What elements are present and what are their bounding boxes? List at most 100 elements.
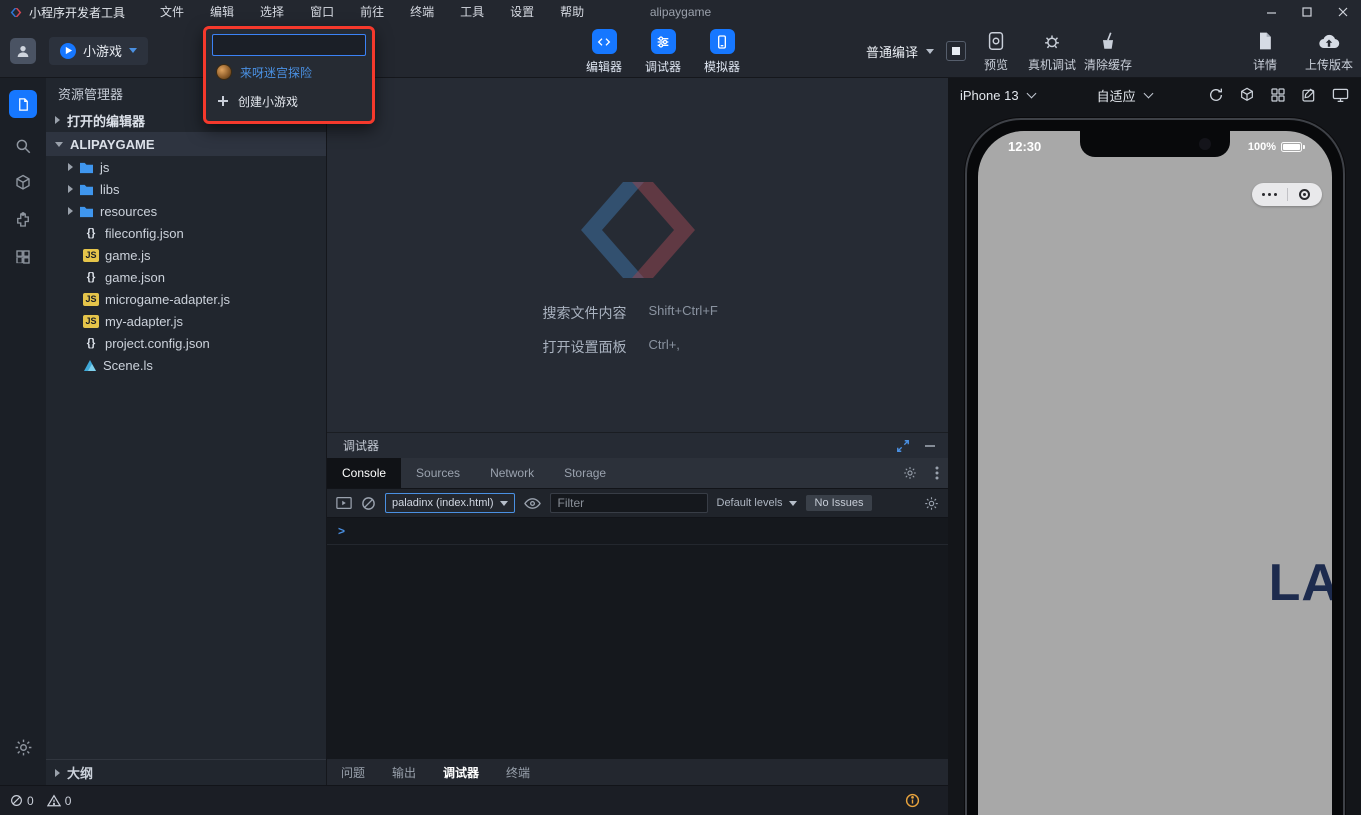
upload-version-button[interactable]: 上传版本 xyxy=(1305,29,1353,73)
eye-icon[interactable] xyxy=(524,497,541,510)
issues-badge[interactable]: No Issues xyxy=(806,495,873,511)
scale-mode-select[interactable]: 自适应 xyxy=(1097,86,1152,105)
project-switcher[interactable]: 小游戏 xyxy=(49,37,148,65)
mini-program-capsule xyxy=(1252,183,1322,206)
devtools-settings-button[interactable] xyxy=(894,458,926,488)
activity-package-button[interactable] xyxy=(14,174,32,192)
refresh-icon[interactable] xyxy=(1208,87,1224,103)
tab-sources[interactable]: Sources xyxy=(401,458,475,488)
maximize-button[interactable] xyxy=(1289,0,1325,24)
details-button[interactable]: 详情 xyxy=(1241,29,1289,73)
tree-item-file[interactable]: JS microgame-adapter.js xyxy=(46,288,326,310)
tab-network[interactable]: Network xyxy=(475,458,549,488)
create-mini-game-label: 创建小游戏 xyxy=(238,93,298,110)
chevron-down-icon xyxy=(926,49,934,54)
editor-button[interactable]: 编辑器 xyxy=(584,29,624,75)
tree-item-file[interactable]: {} game.json xyxy=(46,266,326,288)
errors-status[interactable]: 0 xyxy=(10,794,34,808)
clear-cache-button[interactable]: 清除缓存 xyxy=(1084,29,1132,73)
info-status-button[interactable] xyxy=(905,793,920,808)
simulator-screen[interactable]: 12:30 100% LA xyxy=(978,131,1332,815)
warnings-status[interactable]: 0 xyxy=(47,794,72,808)
capsule-close-button[interactable] xyxy=(1288,189,1323,200)
console-output[interactable]: > xyxy=(327,518,948,759)
close-button[interactable] xyxy=(1325,0,1361,24)
tree-item-folder[interactable]: libs xyxy=(46,178,326,200)
tab-output[interactable]: 输出 xyxy=(392,764,416,781)
context-select[interactable]: paladinx (index.html) xyxy=(385,493,515,513)
chevron-down-icon xyxy=(500,501,508,506)
stop-button[interactable] xyxy=(946,41,966,61)
menu-go[interactable]: 前往 xyxy=(347,0,397,24)
gear-icon xyxy=(14,738,33,757)
activity-explorer-button[interactable] xyxy=(9,90,37,118)
activity-blocks-button[interactable] xyxy=(14,248,32,266)
minimize-button[interactable] xyxy=(1253,0,1289,24)
log-levels-select[interactable]: Default levels xyxy=(717,497,797,509)
chevron-right-icon xyxy=(68,207,73,215)
activity-settings-button[interactable] xyxy=(14,738,33,757)
menu-window[interactable]: 窗口 xyxy=(297,0,347,24)
cube-icon[interactable] xyxy=(1239,87,1255,103)
console-sidebar-icon[interactable] xyxy=(336,496,352,510)
devtools-more-button[interactable] xyxy=(926,458,948,488)
menu-tools[interactable]: 工具 xyxy=(447,0,497,24)
tree-item-folder[interactable]: resources xyxy=(46,200,326,222)
project-search-input[interactable] xyxy=(212,34,366,56)
menu-edit[interactable]: 编辑 xyxy=(197,0,247,24)
menu-help[interactable]: 帮助 xyxy=(547,0,597,24)
monitor-icon[interactable] xyxy=(1332,87,1349,103)
compile-mode-select[interactable]: 普通编译 xyxy=(866,42,934,61)
tab-terminal[interactable]: 终端 xyxy=(506,764,530,781)
scale-mode-value: 自适应 xyxy=(1097,86,1136,105)
tab-problems[interactable]: 问题 xyxy=(341,764,365,781)
debugger-panel-header: 调试器 xyxy=(327,432,948,458)
device-cluster: 预览 真机调试 清除缓存 xyxy=(972,29,1132,73)
project-switcher-label: 小游戏 xyxy=(83,41,122,60)
device-select[interactable]: iPhone 13 xyxy=(960,88,1035,103)
phone-battery: 100% xyxy=(1248,139,1302,154)
explorer-title: 资源管理器 xyxy=(58,84,123,103)
menu-file[interactable]: 文件 xyxy=(147,0,197,24)
project-dropdown-menu: 来呀迷宫探险 创建小游戏 xyxy=(203,26,375,124)
compose-icon[interactable] xyxy=(1301,87,1317,103)
expand-panel-icon[interactable] xyxy=(896,439,910,453)
status-bar: 0 0 xyxy=(0,785,948,815)
user-avatar[interactable] xyxy=(10,38,36,64)
tree-item-file[interactable]: Scene.ls xyxy=(46,354,326,376)
tree-item-file[interactable]: JS game.js xyxy=(46,244,326,266)
outline-section[interactable]: 大纲 xyxy=(46,759,326,785)
chevron-down-icon xyxy=(129,48,137,53)
remote-debug-button[interactable]: 真机调试 xyxy=(1028,29,1076,73)
shortcut-keys: Ctrl+, xyxy=(649,337,949,357)
tree-item-folder[interactable]: js xyxy=(46,156,326,178)
debugger-button[interactable]: 调试器 xyxy=(643,29,683,75)
console-settings-button[interactable] xyxy=(924,496,939,511)
json-file-icon: {} xyxy=(83,227,99,239)
minimize-panel-icon[interactable] xyxy=(924,440,936,452)
capsule-more-button[interactable] xyxy=(1252,193,1287,196)
menu-settings[interactable]: 设置 xyxy=(497,0,547,24)
console-filter-input[interactable] xyxy=(550,493,708,513)
create-mini-game-item[interactable]: 创建小游戏 xyxy=(212,88,366,114)
clear-console-icon[interactable] xyxy=(361,496,376,511)
tree-item-file[interactable]: JS my-adapter.js xyxy=(46,310,326,332)
activity-plugins-button[interactable] xyxy=(14,211,32,229)
tree-item-file[interactable]: {} project.config.json xyxy=(46,332,326,354)
activity-search-button[interactable] xyxy=(14,137,32,155)
recent-project-item[interactable]: 来呀迷宫探险 xyxy=(212,59,366,85)
project-root-section[interactable]: ALIPAYGAME xyxy=(46,132,326,156)
simulator-button[interactable]: 模拟器 xyxy=(702,29,742,75)
tree-item-file[interactable]: {} fileconfig.json xyxy=(46,222,326,244)
recent-project-label: 来呀迷宫探险 xyxy=(240,64,312,81)
menu-select[interactable]: 选择 xyxy=(247,0,297,24)
console-prompt[interactable]: > xyxy=(327,518,948,545)
grid-icon[interactable] xyxy=(1270,87,1286,103)
cloud-upload-icon xyxy=(1317,29,1341,53)
tab-storage[interactable]: Storage xyxy=(549,458,621,488)
preview-button[interactable]: 预览 xyxy=(972,29,1020,73)
tab-console[interactable]: Console xyxy=(327,458,401,488)
tree-item-label: game.js xyxy=(105,248,151,263)
tab-debugger[interactable]: 调试器 xyxy=(443,764,479,781)
menu-terminal[interactable]: 终端 xyxy=(397,0,447,24)
